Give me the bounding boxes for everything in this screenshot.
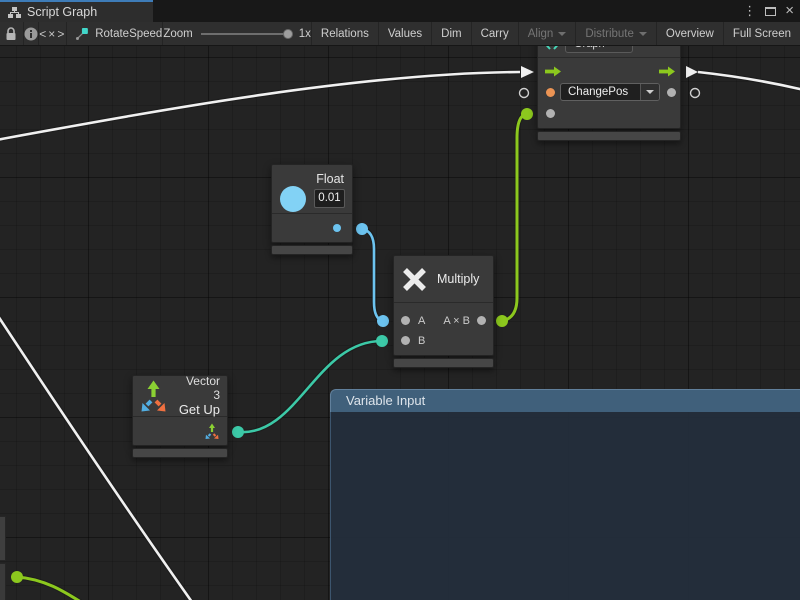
wire-flow-diagonal: [0, 316, 192, 600]
graph-unit-header: Graph: [538, 46, 680, 58]
output-port-axb[interactable]: [477, 316, 486, 325]
script-graph-icon: [8, 7, 21, 18]
graph-toolbar: <×> RotateSpeed Zoom 1x Relations Values…: [0, 22, 800, 46]
port-label-b: B: [418, 335, 425, 347]
unconnected-port-ring[interactable]: [691, 89, 700, 98]
multiply-title: Multiply: [437, 272, 479, 286]
wire-endpoint[interactable]: [232, 426, 244, 438]
wire-flow-in: [0, 72, 520, 140]
info-button[interactable]: [24, 22, 40, 45]
zoom-control: Zoom 1x: [163, 22, 312, 45]
value-port-row: [538, 103, 680, 124]
chevron-down-icon: [639, 32, 647, 36]
vector3-title: Vector 3: [177, 374, 220, 402]
port-row-b: B: [394, 331, 493, 351]
zoom-slider[interactable]: [201, 33, 291, 35]
zoom-slider-knob[interactable]: [283, 29, 293, 39]
node-footer: [393, 358, 494, 368]
dim-button[interactable]: Dim: [432, 22, 471, 45]
node-vector3-get-up[interactable]: Vector 3 Get Up: [132, 375, 228, 458]
wire-multiply-to-graph: [502, 114, 527, 321]
port-label-a: A: [418, 315, 425, 327]
window-menu-icon[interactable]: ⋮: [743, 2, 756, 20]
node-float-literal[interactable]: Float 0.01: [271, 164, 353, 255]
changepos-value: ChangePos: [561, 84, 640, 100]
input-port[interactable]: [546, 109, 555, 118]
node-footer: [271, 245, 353, 255]
chevron-down-icon: [558, 32, 566, 36]
graph-reference-breadcrumb[interactable]: RotateSpeed: [67, 22, 163, 45]
input-port-orange[interactable]: [546, 88, 555, 97]
graph-reference-label: RotateSpeed: [95, 28, 162, 40]
multiply-icon: [401, 266, 428, 293]
input-port-b[interactable]: [401, 336, 410, 345]
window-maximize-icon[interactable]: [765, 7, 776, 16]
float-type-icon: [280, 186, 306, 212]
wire-endpoint[interactable]: [356, 223, 368, 235]
graph-node-icon: [75, 27, 89, 41]
node-footer: [132, 448, 228, 458]
changepos-dropdown[interactable]: ChangePos: [560, 83, 660, 101]
vector3-icon: [138, 379, 169, 414]
node-fragment-offscreen[interactable]: [0, 516, 6, 561]
lock-icon: [5, 27, 17, 41]
wire-endpoint[interactable]: [376, 335, 388, 347]
output-port[interactable]: [667, 88, 676, 97]
node-fragment-offscreen[interactable]: [0, 563, 6, 600]
graph-canvas[interactable]: Graph Cha: [0, 46, 800, 600]
lock-button[interactable]: [0, 22, 24, 45]
flow-output-arrow-icon[interactable]: [659, 66, 675, 77]
node-graph-unit[interactable]: Graph Cha: [537, 46, 681, 141]
flow-in-arrowhead[interactable]: [521, 66, 534, 78]
tab-script-graph[interactable]: Script Graph: [0, 0, 153, 22]
relations-button[interactable]: Relations: [312, 22, 379, 45]
tab-label: Script Graph: [27, 5, 97, 19]
wire-green-bottom: [17, 577, 84, 600]
port-row-a: A A × B: [394, 311, 493, 331]
group-body[interactable]: [330, 412, 800, 600]
flow-out-arrowhead[interactable]: [686, 66, 698, 78]
wire-endpoint[interactable]: [11, 571, 23, 583]
carry-button[interactable]: Carry: [472, 22, 519, 45]
code-view-toggle[interactable]: <×>: [39, 22, 67, 45]
graph-source-dropdown[interactable]: Graph: [565, 46, 633, 53]
align-dropdown[interactable]: Align: [519, 22, 577, 45]
code-toggle-label: <×>: [39, 27, 66, 41]
flow-input-arrow-icon[interactable]: [545, 66, 561, 77]
value-port-row: ChangePos: [538, 82, 680, 103]
dropdown-arrow-button[interactable]: [640, 84, 659, 100]
float-title: Float: [316, 172, 344, 186]
info-icon: [24, 27, 38, 41]
tab-bar: Script Graph ⋮ ×: [0, 0, 800, 22]
zoom-label: Zoom: [163, 28, 192, 40]
flow-port-row: [538, 61, 680, 82]
node-footer: [537, 131, 681, 141]
wire-endpoint[interactable]: [377, 315, 389, 327]
port-label-axb: A × B: [443, 315, 470, 327]
window-close-icon[interactable]: ×: [785, 2, 794, 20]
values-button[interactable]: Values: [379, 22, 432, 45]
node-multiply[interactable]: Multiply A A × B B: [393, 255, 494, 368]
wire-float-to-multiply: [362, 229, 383, 321]
input-port-a[interactable]: [401, 316, 410, 325]
unconnected-port-ring[interactable]: [520, 89, 529, 98]
wire-endpoint[interactable]: [521, 108, 533, 120]
group-variable-input[interactable]: Variable Input: [330, 389, 800, 600]
vector3-output-port[interactable]: [204, 423, 220, 440]
chevron-down-icon: [646, 90, 654, 94]
group-title: Variable Input: [346, 393, 425, 408]
vector3-subtitle: Get Up: [177, 402, 220, 418]
overview-button[interactable]: Overview: [657, 22, 724, 45]
float-value-field[interactable]: 0.01: [314, 189, 345, 208]
distribute-dropdown[interactable]: Distribute: [576, 22, 657, 45]
full-screen-button[interactable]: Full Screen: [724, 22, 800, 45]
graph-icon: [545, 46, 559, 50]
wire-flow-out: [698, 72, 800, 90]
float-output-port[interactable]: [333, 224, 341, 232]
wire-endpoint[interactable]: [496, 315, 508, 327]
zoom-value: 1x: [299, 28, 311, 40]
group-header[interactable]: Variable Input: [330, 389, 800, 412]
